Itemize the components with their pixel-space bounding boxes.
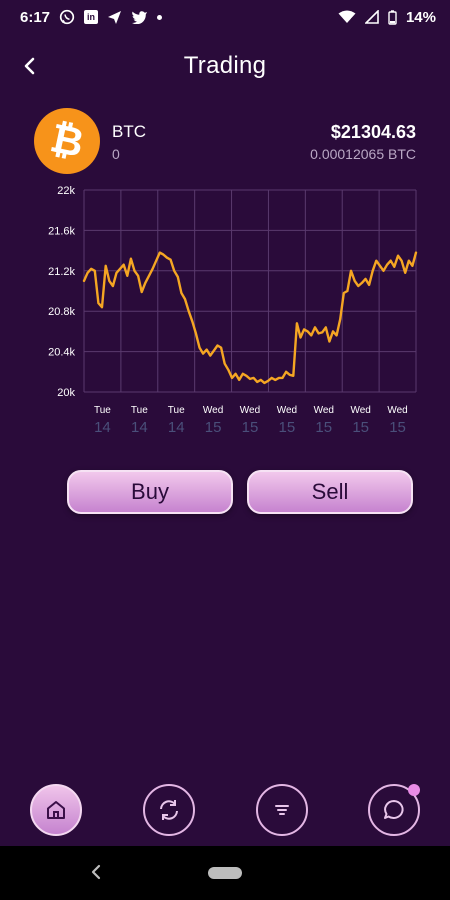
signal-icon bbox=[364, 10, 379, 24]
wifi-icon bbox=[338, 10, 356, 24]
sell-button[interactable]: Sell bbox=[247, 470, 413, 514]
y-tick-label: 20.4k bbox=[48, 347, 75, 359]
nav-home-button[interactable] bbox=[30, 784, 82, 836]
bitcoin-logo-icon: ₿ bbox=[34, 108, 100, 174]
y-tick-label: 20k bbox=[57, 387, 75, 399]
bitcoin-glyph: ₿ bbox=[46, 115, 87, 167]
notification-badge bbox=[408, 784, 420, 796]
send-icon bbox=[107, 10, 122, 25]
x-tick-date: 14 bbox=[94, 419, 111, 436]
chat-icon bbox=[384, 800, 404, 819]
battery-percent: 14% bbox=[405, 8, 436, 26]
system-back-button[interactable] bbox=[90, 863, 102, 886]
coin-price-usd: $21304.63 bbox=[330, 122, 416, 142]
chevron-left-icon bbox=[24, 57, 35, 75]
x-tick-day: Wed bbox=[240, 405, 260, 416]
x-tick-date: 15 bbox=[279, 419, 296, 436]
nav-orders-button[interactable] bbox=[256, 784, 308, 836]
status-bar: 6:17 in 14% bbox=[0, 0, 450, 34]
whatsapp-icon bbox=[59, 9, 75, 25]
x-tick-date: 14 bbox=[168, 419, 185, 436]
x-tick-day: Tue bbox=[168, 405, 185, 416]
bottom-nav bbox=[0, 784, 450, 840]
x-tick-date: 15 bbox=[242, 419, 259, 436]
x-tick-date: 14 bbox=[131, 419, 148, 436]
status-left: 6:17 in bbox=[20, 8, 163, 26]
y-tick-label: 21.2k bbox=[48, 266, 75, 278]
x-tick-date: 15 bbox=[352, 419, 369, 436]
notification-dot-icon bbox=[157, 14, 163, 20]
price-chart: 22k 21.6k 21.2k 20.8k 20.4k 20k Tue 14 Tue 14 Tue 1… bbox=[40, 180, 430, 442]
x-tick-day: Wed bbox=[314, 405, 334, 416]
system-home-pill[interactable] bbox=[208, 867, 242, 879]
back-button[interactable] bbox=[14, 50, 46, 82]
nav-chat-button[interactable] bbox=[368, 784, 420, 836]
battery-icon bbox=[388, 9, 397, 25]
coin-amount: 0 bbox=[112, 146, 120, 162]
home-icon bbox=[47, 801, 65, 819]
chevron-left-icon bbox=[91, 864, 101, 880]
coin-row: ₿ BTC 0 $21304.63 0.00012065 BTC bbox=[34, 108, 418, 174]
x-tick-day: Tue bbox=[131, 405, 148, 416]
x-tick-day: Wed bbox=[277, 405, 297, 416]
twitter-icon bbox=[131, 10, 148, 24]
orders-icon bbox=[275, 805, 289, 815]
exchange-icon bbox=[160, 800, 178, 820]
x-tick-date: 15 bbox=[389, 419, 406, 436]
x-tick-day: Tue bbox=[94, 405, 111, 416]
y-tick-label: 21.6k bbox=[48, 225, 75, 237]
page-title: Trading bbox=[183, 52, 267, 79]
status-right: 14% bbox=[338, 9, 436, 26]
app-header: Trading bbox=[0, 44, 450, 88]
price-line bbox=[82, 251, 418, 385]
x-tick-day: Wed bbox=[203, 405, 223, 416]
nav-exchange-button[interactable] bbox=[143, 784, 195, 836]
system-nav-bar bbox=[0, 846, 450, 900]
linkedin-icon: in bbox=[84, 10, 99, 24]
x-tick-day: Wed bbox=[387, 405, 407, 416]
price-chart-svg: 22k 21.6k 21.2k 20.8k 20.4k 20k Tue 14 Tue 14 Tue 1… bbox=[48, 185, 418, 436]
buy-button[interactable]: Buy bbox=[67, 470, 233, 514]
x-tick-day: Wed bbox=[350, 405, 370, 416]
coin-symbol: BTC bbox=[112, 122, 146, 141]
status-time: 6:17 bbox=[20, 8, 51, 26]
coin-price-btc: 0.00012065 BTC bbox=[310, 146, 416, 162]
x-tick-date: 15 bbox=[205, 419, 222, 436]
y-tick-label: 20.8k bbox=[48, 306, 75, 318]
x-tick-date: 15 bbox=[315, 419, 332, 436]
y-tick-label: 22k bbox=[57, 185, 75, 197]
